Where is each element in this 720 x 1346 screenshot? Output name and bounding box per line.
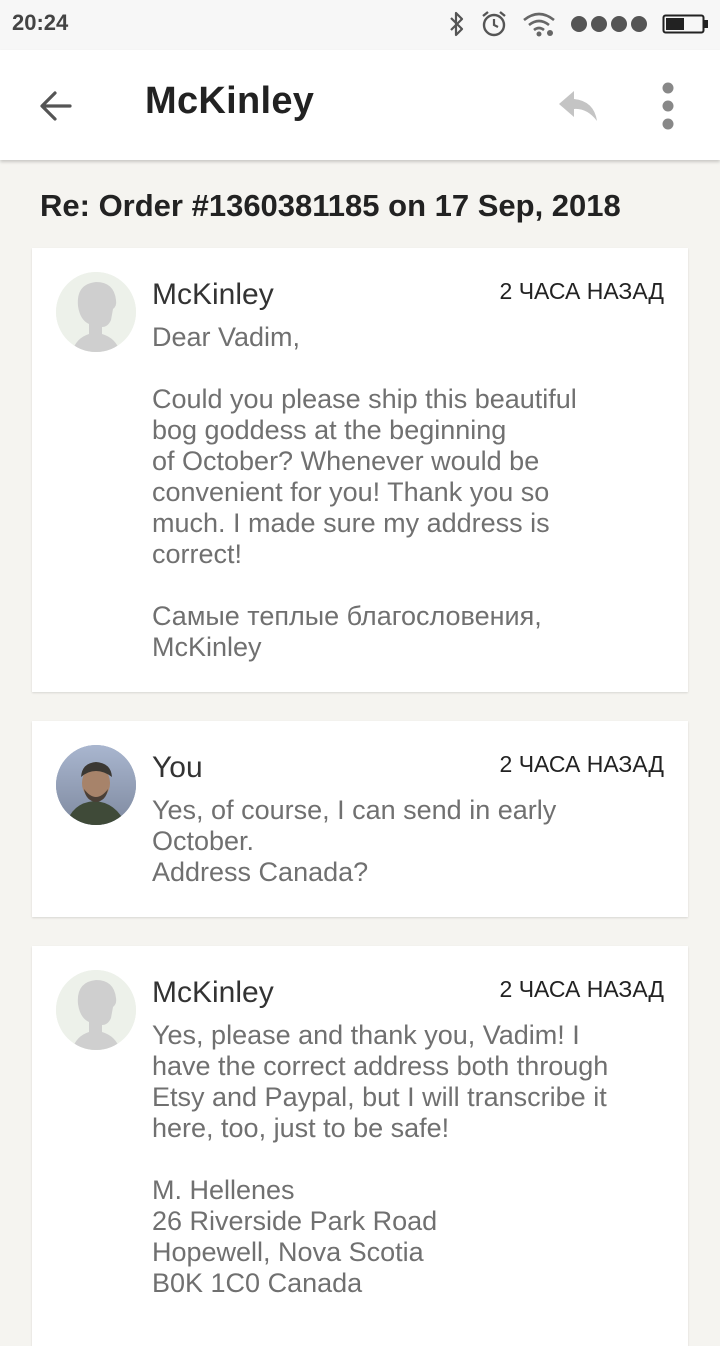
battery-icon bbox=[662, 14, 708, 34]
sender-name: McKinley bbox=[152, 278, 274, 311]
sender-name: McKinley bbox=[152, 976, 274, 1009]
page-title: McKinley bbox=[145, 80, 315, 122]
app-bar: McKinley bbox=[0, 50, 720, 160]
message-body: Yes, please and thank you, Vadim! I have… bbox=[152, 1020, 609, 1298]
status-bar: 20:24 bbox=[0, 0, 720, 50]
back-button[interactable] bbox=[30, 80, 82, 132]
message-card: McKinley 2 ЧАСА НАЗАД Yes, please and th… bbox=[32, 946, 688, 1346]
message-card: You 2 ЧАСА НАЗАД Yes, of course, I can s… bbox=[32, 721, 688, 917]
default-person-icon bbox=[56, 272, 136, 352]
signal-icon bbox=[571, 16, 647, 32]
more-options-button[interactable] bbox=[640, 78, 696, 134]
default-person-icon bbox=[56, 970, 136, 1050]
message-timestamp: 2 ЧАСА НАЗАД bbox=[499, 976, 664, 1002]
user-photo-icon bbox=[56, 745, 136, 825]
status-icons bbox=[448, 8, 710, 40]
conversation-subject: Re: Order #1360381185 on 17 Sep, 2018 bbox=[40, 188, 621, 223]
more-vertical-icon bbox=[662, 82, 674, 130]
avatar[interactable] bbox=[56, 745, 136, 825]
message-body: Yes, of course, I can send in early Octo… bbox=[152, 795, 557, 887]
bluetooth-icon bbox=[450, 11, 464, 37]
wifi-icon bbox=[523, 12, 555, 37]
message-body: Dear Vadim, Could you please ship this b… bbox=[152, 322, 577, 662]
alarm-icon bbox=[482, 11, 506, 37]
avatar[interactable] bbox=[56, 970, 136, 1050]
status-time: 20:24 bbox=[12, 10, 69, 35]
back-arrow-icon bbox=[40, 91, 72, 121]
reply-button[interactable] bbox=[550, 78, 606, 134]
reply-icon bbox=[559, 91, 597, 121]
avatar[interactable] bbox=[56, 272, 136, 352]
message-card: McKinley 2 ЧАСА НАЗАД Dear Vadim, Could … bbox=[32, 248, 688, 692]
sender-name: You bbox=[152, 751, 203, 784]
message-timestamp: 2 ЧАСА НАЗАД bbox=[499, 278, 664, 304]
message-timestamp: 2 ЧАСА НАЗАД bbox=[499, 751, 664, 777]
